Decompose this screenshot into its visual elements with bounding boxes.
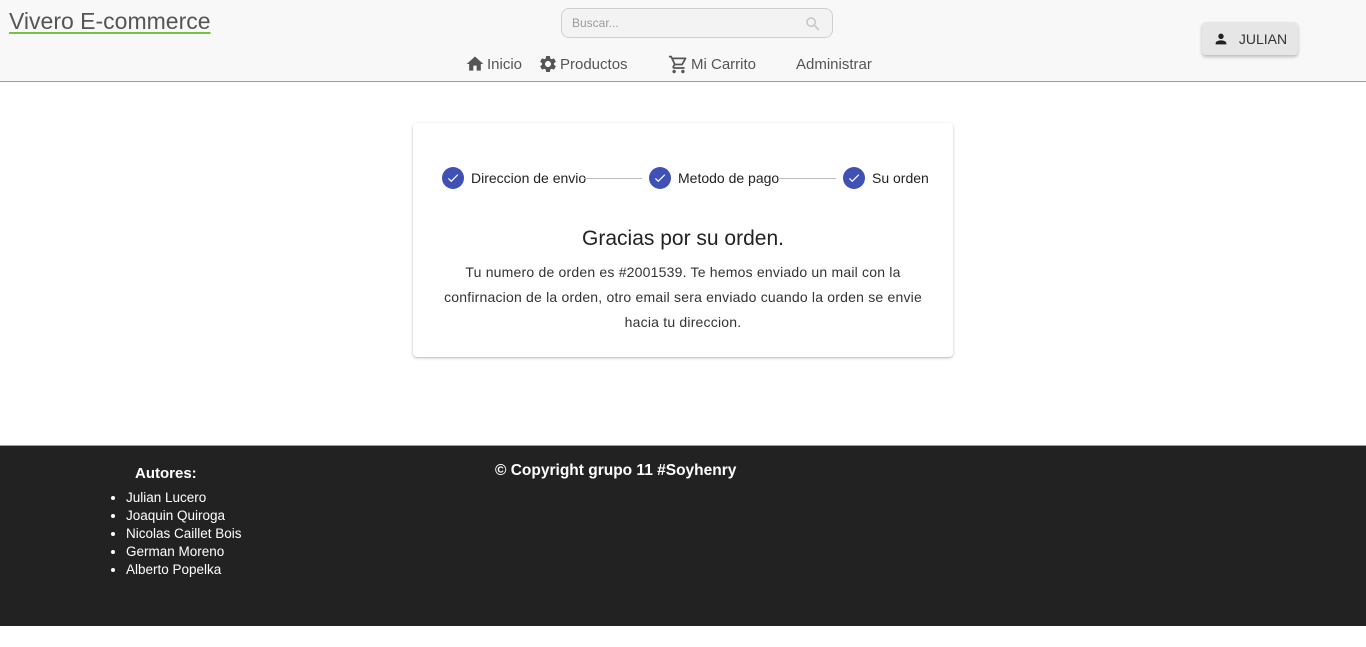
gear-icon xyxy=(540,55,556,72)
copyright-text: © Copyright grupo 11 #Soyhenry xyxy=(495,462,737,479)
step-connector xyxy=(584,178,642,179)
nav-label: Administrar xyxy=(796,55,872,73)
footer: Autores: Julian Lucero Joaquin Quiroga N… xyxy=(0,445,1366,626)
nav-administrar[interactable]: Administrar xyxy=(796,52,872,76)
step-metodo-de-pago: Metodo de pago xyxy=(649,166,779,190)
author-item: German Moreno xyxy=(126,543,242,561)
person-icon xyxy=(1215,33,1227,44)
nav-label: Productos xyxy=(560,55,628,73)
step-label: Su orden xyxy=(872,170,929,186)
authors-title: Autores: xyxy=(135,465,197,482)
authors-list: Julian Lucero Joaquin Quiroga Nicolas Ca… xyxy=(108,489,242,579)
author-item: Joaquin Quiroga xyxy=(126,507,242,525)
cart-icon xyxy=(668,55,687,73)
search-icon[interactable] xyxy=(804,15,822,33)
step-label: Metodo de pago xyxy=(678,170,780,186)
step-connector xyxy=(778,178,836,179)
user-name: JULIAN xyxy=(1238,30,1288,47)
step-label: Direccion de envio xyxy=(471,170,587,186)
author-item: Nicolas Caillet Bois xyxy=(126,525,242,543)
top-navbar: Vivero E-commerce Inicio Productos Mi Ca… xyxy=(0,0,1366,82)
brand-link[interactable]: Vivero E-commerce xyxy=(9,8,211,35)
search-box xyxy=(561,8,833,38)
search-input[interactable] xyxy=(570,12,798,34)
nav-productos[interactable]: Productos xyxy=(538,52,628,76)
step-direccion-de-envio: Direccion de envio xyxy=(442,166,586,190)
home-icon xyxy=(466,56,484,71)
main-nav: Inicio Productos Mi Carrito Administrar xyxy=(0,52,1366,76)
order-confirmation-message: Tu numero de orden es #2001539. Te hemos… xyxy=(444,264,922,330)
nav-inicio[interactable]: Inicio xyxy=(465,52,522,76)
nav-label: Mi Carrito xyxy=(691,55,757,73)
step-su-orden: Su orden xyxy=(843,166,929,190)
check-icon xyxy=(649,167,671,189)
author-item: Alberto Popelka xyxy=(126,561,242,579)
nav-mi-carrito[interactable]: Mi Carrito xyxy=(668,52,756,76)
nav-label: Inicio xyxy=(487,55,523,73)
check-icon xyxy=(442,167,464,189)
order-thanks-title: Gracias por su orden. xyxy=(582,227,784,250)
author-item: Julian Lucero xyxy=(126,489,242,507)
check-icon xyxy=(843,167,865,189)
user-button[interactable]: JULIAN xyxy=(1202,22,1298,55)
order-confirmation-card: Direccion de envio Metodo de pago Su ord… xyxy=(413,123,953,357)
